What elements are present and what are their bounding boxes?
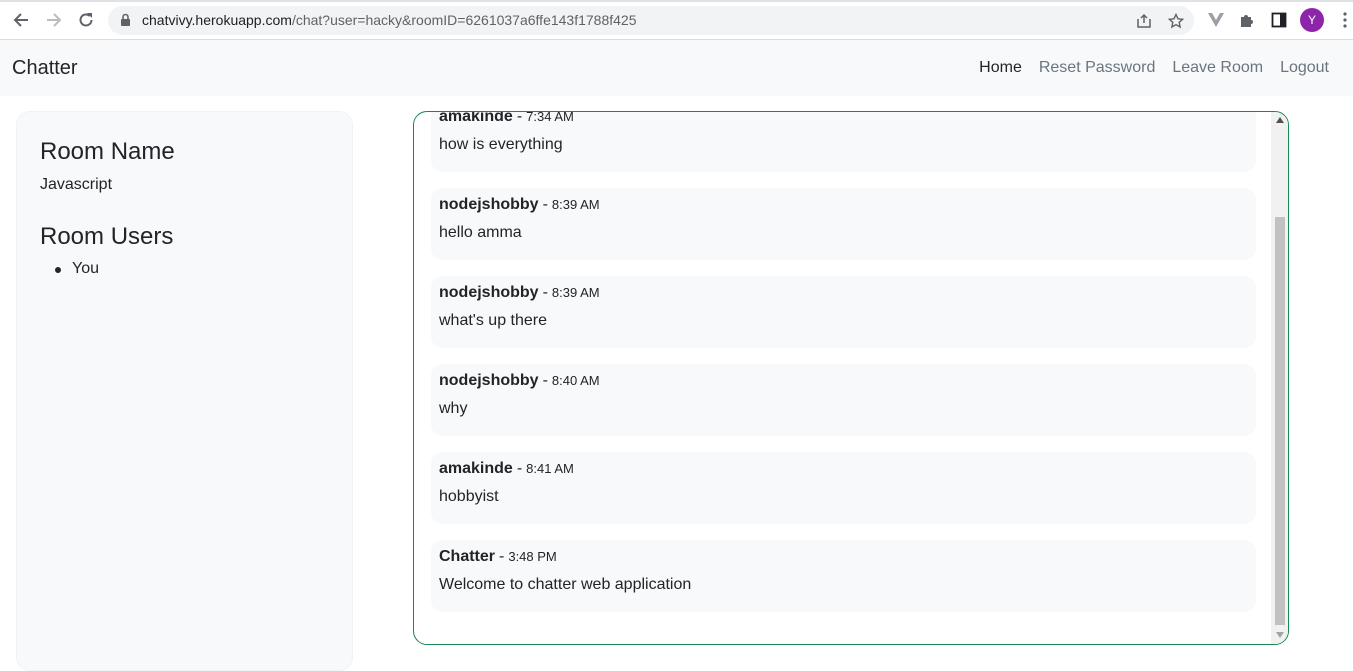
message-text: hobbyist [439, 488, 499, 505]
message-item: amakinde -7:34 AM how is everything [431, 111, 1256, 172]
message-item: Chatter -3:48 PM Welcome to chatter web a… [431, 540, 1256, 612]
side-panel-icon[interactable] [1268, 9, 1290, 31]
message-item: amakinde -8:41 AM hobbyist [431, 452, 1256, 524]
message-item: nodejshobby -8:40 AM why [431, 364, 1256, 436]
room-name-heading: Room Name [40, 138, 175, 165]
message-separator: - [542, 372, 548, 389]
nav-leave-room-link[interactable]: Leave Room [1172, 59, 1263, 77]
lock-icon[interactable] [120, 13, 131, 32]
message-time: 8:40 AM [551, 373, 600, 388]
app-navbar: Chatter Home Reset Password Leave Room L… [0, 40, 1353, 96]
reload-icon[interactable] [74, 8, 98, 32]
share-icon[interactable] [1134, 11, 1154, 31]
browser-toolbar: chatvivy.herokuapp.com/chat?user=hacky&r… [0, 0, 1353, 40]
url-text[interactable]: chatvivy.herokuapp.com/chat?user=hacky&r… [142, 12, 637, 28]
message-username: nodejshobby [439, 284, 539, 301]
bookmark-star-icon[interactable] [1166, 11, 1186, 31]
message-text: what's up there [439, 312, 548, 329]
message-text: how is everything [439, 136, 563, 153]
message-time: 3:48 PM [508, 549, 557, 564]
back-icon[interactable] [9, 8, 33, 32]
kebab-menu-icon[interactable] [1334, 9, 1353, 31]
extensions-puzzle-icon[interactable] [1236, 9, 1258, 31]
message-list: amakinde -7:34 AM how is everything nodej… [431, 111, 1256, 628]
room-users-heading: Room Users [40, 223, 174, 250]
room-name-value: Javascript [40, 176, 113, 193]
address-bar[interactable]: chatvivy.herokuapp.com/chat?user=hacky&r… [108, 6, 1194, 35]
brand-logo[interactable]: Chatter [12, 57, 78, 80]
nav-home-link[interactable]: Home [979, 59, 1022, 77]
nav-links: Home Reset Password Leave Room Logout [962, 59, 1329, 77]
room-info-panel: Room Name Javascript Room Users You [16, 111, 353, 671]
chat-scrollbar[interactable] [1271, 112, 1288, 644]
message-time: 8:39 AM [551, 285, 600, 300]
message-separator: - [499, 548, 505, 565]
message-time: 8:39 AM [551, 197, 600, 212]
profile-avatar[interactable]: Y [1300, 8, 1324, 32]
forward-icon[interactable] [42, 8, 66, 32]
message-time: 7:34 AM [526, 111, 574, 124]
vue-devtools-icon[interactable] [1205, 9, 1227, 31]
tab-strip [0, 0, 1353, 2]
message-username: nodejshobby [439, 196, 539, 213]
message-time: 8:41 AM [526, 461, 574, 476]
room-users-list: You [40, 260, 99, 278]
message-username: Chatter [439, 548, 496, 565]
message-separator: - [542, 284, 548, 301]
nav-logout-link[interactable]: Logout [1280, 59, 1329, 77]
scrollbar-thumb[interactable] [1275, 217, 1285, 625]
message-separator: - [516, 111, 523, 125]
room-user-item: You [40, 260, 99, 278]
scroll-down-arrow-icon[interactable] [1275, 630, 1285, 640]
message-separator: - [542, 196, 548, 213]
message-item: nodejshobby -8:39 AM what's up there [431, 276, 1256, 348]
message-username: amakinde [439, 460, 513, 477]
message-text: why [439, 400, 468, 417]
message-username: amakinde [439, 111, 513, 125]
message-item: nodejshobby -8:39 AM hello amma [431, 188, 1256, 260]
message-text: Welcome to chatter web application [439, 576, 692, 593]
chat-messages-panel[interactable]: amakinde -7:34 AM how is everything nodej… [413, 111, 1289, 645]
scroll-up-arrow-icon[interactable] [1275, 115, 1285, 125]
message-separator: - [516, 460, 523, 477]
nav-reset-password-link[interactable]: Reset Password [1039, 59, 1156, 77]
message-username: nodejshobby [439, 372, 539, 389]
message-text: hello amma [439, 224, 522, 241]
